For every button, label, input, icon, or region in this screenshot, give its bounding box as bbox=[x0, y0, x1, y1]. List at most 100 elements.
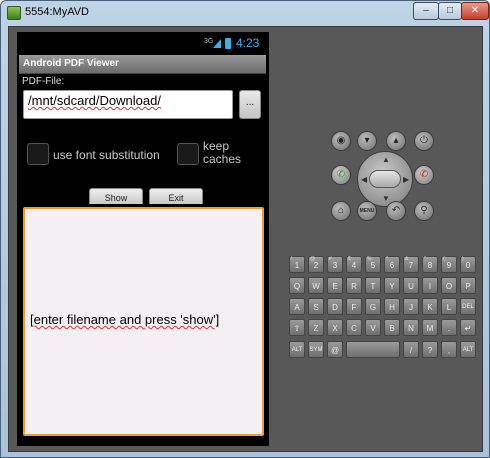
key-o[interactable]: O bbox=[441, 277, 457, 294]
key-e[interactable]: E bbox=[327, 277, 343, 294]
keep-caches-checkbox[interactable] bbox=[177, 143, 199, 165]
home-icon: ⌂ bbox=[337, 205, 345, 216]
camera-icon: ◉ bbox=[336, 135, 346, 146]
key-x[interactable]: X bbox=[327, 319, 343, 336]
key-t[interactable]: T bbox=[365, 277, 381, 294]
key-i[interactable]: I bbox=[422, 277, 438, 294]
volume-down-button[interactable]: ▾ bbox=[357, 131, 377, 151]
key-8[interactable]: 8 * bbox=[422, 256, 438, 273]
close-button[interactable]: ✕ bbox=[461, 2, 489, 20]
key-b[interactable]: B bbox=[384, 319, 400, 336]
key-label: 9 bbox=[446, 261, 452, 270]
key-w[interactable]: W bbox=[308, 277, 324, 294]
key-y[interactable]: Y bbox=[384, 277, 400, 294]
key-a[interactable]: A bbox=[289, 298, 305, 315]
key-[interactable]: ? bbox=[422, 341, 438, 358]
key-6[interactable]: 6 ^ bbox=[384, 256, 400, 273]
key-3[interactable]: 3 # bbox=[327, 256, 343, 273]
key-g[interactable]: G bbox=[365, 298, 381, 315]
key-sublabel: ! bbox=[291, 256, 293, 262]
space-key[interactable] bbox=[346, 341, 400, 358]
volume-up-button[interactable]: ▴ bbox=[386, 131, 406, 151]
volume-down-icon: ▾ bbox=[364, 135, 370, 146]
key-k[interactable]: K bbox=[422, 298, 438, 315]
key-n[interactable]: N bbox=[403, 319, 419, 336]
browse-button[interactable]: ... bbox=[239, 90, 261, 119]
key-4[interactable]: 4 $ bbox=[346, 256, 362, 273]
key-7[interactable]: 7 & bbox=[403, 256, 419, 273]
exit-button[interactable]: Exit bbox=[149, 188, 203, 204]
show-button[interactable]: Show bbox=[89, 188, 143, 204]
key-[interactable]: ⇧ bbox=[289, 319, 305, 336]
key-c[interactable]: C bbox=[346, 319, 362, 336]
key-alt[interactable]: ALT bbox=[460, 341, 476, 358]
key-j[interactable]: J bbox=[403, 298, 419, 315]
key-sublabel: @ bbox=[310, 256, 316, 262]
font-substitution-checkbox[interactable] bbox=[27, 143, 49, 165]
key-label: R bbox=[351, 282, 357, 291]
key-f[interactable]: F bbox=[346, 298, 362, 315]
emulator-window: 5554:MyAVD – □ ✕ 3G 4:23 Android PDF Vie… bbox=[0, 0, 490, 458]
back-button[interactable]: ↶ bbox=[386, 201, 406, 221]
file-path-overflow: ........................................… bbox=[28, 112, 149, 119]
minimize-button[interactable]: – bbox=[413, 2, 439, 20]
key-[interactable]: / bbox=[403, 341, 419, 358]
key-u[interactable]: U bbox=[403, 277, 419, 294]
key-label: H bbox=[389, 303, 395, 312]
key-del[interactable]: DEL bbox=[460, 298, 476, 315]
key-2[interactable]: 2 @ bbox=[308, 256, 324, 273]
hardware-keyboard: 1! 2 @3 #4 $5% 6 ^ 7 & 8 * 9(0) Q W E R T Y U I O P A S D F G H J K L D… bbox=[289, 256, 481, 374]
key-label: 1 bbox=[294, 261, 300, 270]
key-m[interactable]: M bbox=[422, 319, 438, 336]
camera-button[interactable]: ◉ bbox=[331, 131, 351, 151]
file-path-text: /mnt/sdcard/Download/ bbox=[28, 93, 161, 108]
key-label: DEL bbox=[462, 304, 474, 310]
file-path-input[interactable]: /mnt/sdcard/Download/ ..................… bbox=[23, 90, 233, 119]
key-d[interactable]: D bbox=[327, 298, 343, 315]
keep-caches-label: keep caches bbox=[203, 139, 242, 166]
key-alt[interactable]: ALT bbox=[289, 341, 305, 358]
power-button[interactable]: ⏻ bbox=[414, 131, 434, 151]
pdf-content-area[interactable]: [enter filename and press 'show'] bbox=[23, 207, 264, 436]
emulator-body: 3G 4:23 Android PDF Viewer PDF-File: /mn… bbox=[8, 26, 483, 452]
dpad-center-button[interactable] bbox=[369, 170, 401, 188]
phone-call-icon: ✆ bbox=[336, 169, 346, 180]
home-button[interactable]: ⌂ bbox=[331, 201, 351, 221]
key-label: 7 bbox=[408, 261, 414, 270]
search-button[interactable]: ⚲ bbox=[414, 201, 434, 221]
key-label: ALT bbox=[462, 347, 474, 353]
key-label: ↵ bbox=[464, 324, 472, 333]
key-9[interactable]: 9( bbox=[441, 256, 457, 273]
key-s[interactable]: S bbox=[308, 298, 324, 315]
key-label: E bbox=[332, 282, 338, 291]
key-1[interactable]: 1! bbox=[289, 256, 305, 273]
key-[interactable]: , bbox=[441, 341, 457, 358]
window-title: 5554:MyAVD bbox=[25, 6, 89, 18]
key-q[interactable]: Q bbox=[289, 277, 305, 294]
key-[interactable]: . bbox=[441, 319, 457, 336]
key-z[interactable]: Z bbox=[308, 319, 324, 336]
key-p[interactable]: P bbox=[460, 277, 476, 294]
key-label: P bbox=[465, 282, 471, 291]
key-l[interactable]: L bbox=[441, 298, 457, 315]
key-h[interactable]: H bbox=[384, 298, 400, 315]
key-label: Z bbox=[313, 324, 319, 333]
menu-button[interactable]: MENU bbox=[357, 201, 377, 221]
key-label: ALT bbox=[291, 347, 303, 353]
key-5[interactable]: 5% bbox=[365, 256, 381, 273]
key-label: V bbox=[370, 324, 376, 333]
key-r[interactable]: R bbox=[346, 277, 362, 294]
key-v[interactable]: V bbox=[365, 319, 381, 336]
key-label: D bbox=[332, 303, 338, 312]
dpad[interactable]: ▲ ▼ ◀ ▶ bbox=[357, 151, 413, 207]
key-0[interactable]: 0) bbox=[460, 256, 476, 273]
search-icon: ⚲ bbox=[420, 205, 428, 216]
key-[interactable]: @ bbox=[327, 341, 343, 358]
key-sublabel: ) bbox=[462, 256, 464, 262]
maximize-button[interactable]: □ bbox=[438, 2, 462, 20]
call-button[interactable]: ✆ bbox=[331, 165, 351, 185]
key-sym[interactable]: SYM bbox=[308, 341, 324, 358]
key-[interactable]: ↵ bbox=[460, 319, 476, 336]
dpad-down-icon: ▼ bbox=[382, 194, 390, 203]
end-call-button[interactable]: ✆ bbox=[414, 165, 434, 185]
